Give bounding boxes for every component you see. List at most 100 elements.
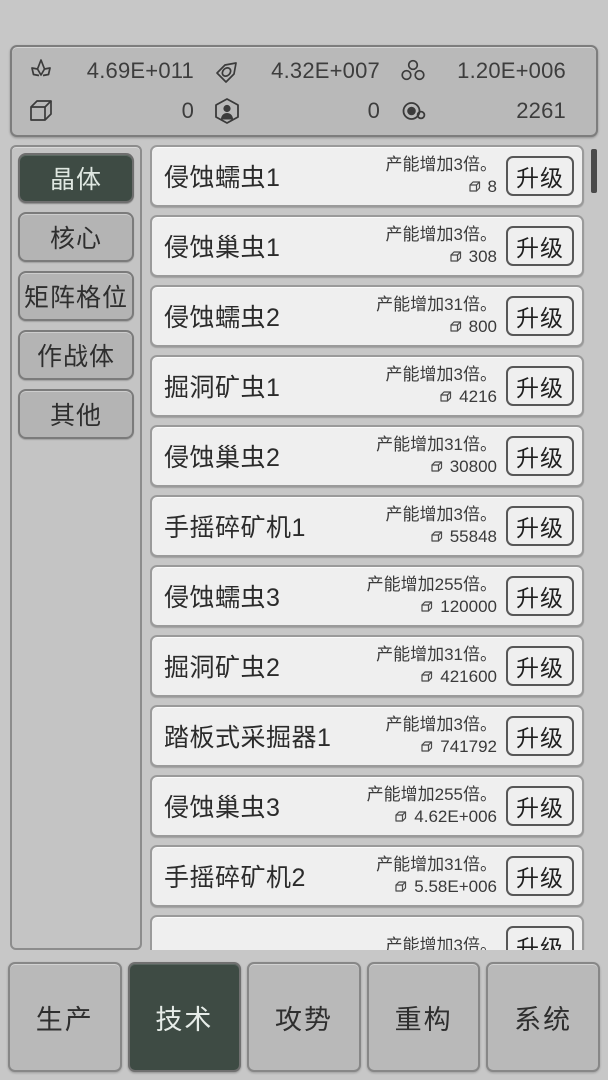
upgrade-cost-value: 4.62E+006 [414, 807, 497, 826]
category-sidebar: 晶体 核心 矩阵格位 作战体 其他 [10, 145, 142, 950]
upgrade-info: 产能增加31倍。 30800 [376, 435, 497, 476]
nav-tab-offensive[interactable]: 攻势 [247, 962, 361, 1072]
bottom-navigation: 生产 技术 攻势 重构 系统 [8, 962, 600, 1072]
upgrade-cost: 120000 [420, 597, 497, 617]
upgrade-cost-value: 800 [468, 317, 497, 336]
table-row[interactable]: 产能增加3倍。 升级 [150, 915, 584, 950]
resource-row-1: 4.69E+011 4.32E+007 1.20E+006 [24, 51, 582, 91]
cube-icon [439, 389, 454, 404]
upgrade-effect: 产能增加3倍。 [385, 936, 497, 950]
cube-icon [24, 94, 58, 128]
resource-atom-value: 2261 [516, 98, 566, 123]
table-row[interactable]: 掘洞矿虫2 产能增加31倍。 421600 升级 [150, 635, 584, 697]
upgrade-name: 手摇碎矿机1 [164, 514, 306, 542]
nav-tab-technology[interactable]: 技术 [127, 962, 242, 1072]
resource-crystal-value: 4.69E+011 [86, 58, 194, 83]
cube-icon [394, 809, 409, 824]
atom-eye-icon [396, 94, 430, 128]
sidebar-item-combat-unit[interactable]: 作战体 [18, 330, 134, 380]
upgrade-cost-value: 30800 [449, 457, 497, 476]
table-row[interactable]: 手摇碎矿机1 产能增加3倍。 55848 升级 [150, 495, 584, 557]
upgrade-info: 产能增加255倍。 4.62E+006 [367, 785, 497, 826]
upgrade-button[interactable]: 升级 [506, 296, 574, 336]
upgrade-info: 产能增加255倍。 120000 [367, 575, 497, 616]
table-row[interactable]: 手摇碎矿机2 产能增加31倍。 5.58E+006 升级 [150, 845, 584, 907]
upgrade-button[interactable]: 升级 [506, 506, 574, 546]
table-row[interactable]: 侵蚀巢虫3 产能增加255倍。 4.62E+006 升级 [150, 775, 584, 837]
upgrade-info: 产能增加3倍。 4216 [386, 365, 497, 406]
upgrade-cost: 4216 [439, 387, 497, 407]
table-row[interactable]: 侵蚀巢虫2 产能增加31倍。 30800 升级 [150, 425, 584, 487]
cube-icon [430, 459, 445, 474]
upgrade-button[interactable]: 升级 [506, 156, 574, 196]
person-hex-icon [210, 94, 244, 128]
upgrade-name: 手摇碎矿机2 [164, 864, 306, 892]
table-row[interactable]: 侵蚀蠕虫3 产能增加255倍。 120000 升级 [150, 565, 584, 627]
upgrade-list[interactable]: 侵蚀蠕虫1 产能增加3倍。 8 升级 侵蚀巢虫1 产能增加3倍。 308 升级 侵蚀蠕虫2 产能增… [150, 145, 598, 950]
upgrade-button[interactable]: 升级 [506, 226, 574, 266]
upgrade-info: 产能增加3倍。 55848 [386, 505, 497, 546]
cube-icon [420, 599, 435, 614]
upgrade-button[interactable]: 升级 [506, 366, 574, 406]
upgrade-button[interactable]: 升级 [506, 856, 574, 896]
upgrade-cost: 308 [449, 247, 497, 267]
list-scrollbar[interactable] [590, 145, 598, 950]
resource-cube: 0 [24, 94, 210, 128]
nav-tab-label: 技术 [155, 1004, 214, 1035]
upgrade-cost: 55848 [430, 527, 497, 547]
upgrade-name: 侵蚀蠕虫1 [164, 164, 281, 192]
nav-tab-reconstruct[interactable]: 重构 [366, 962, 481, 1072]
upgrade-cost: 741792 [420, 737, 497, 757]
upgrade-button[interactable]: 升级 [506, 786, 574, 826]
upgrade-info: 产能增加3倍。 741792 [386, 715, 497, 756]
upgrade-name: 侵蚀巢虫3 [164, 794, 281, 822]
upgrade-effect: 产能增加3倍。 [385, 365, 497, 385]
upgrade-cost-value: 741792 [440, 737, 497, 756]
sidebar-item-label: 核心 [49, 225, 102, 253]
upgrade-button[interactable]: 升级 [506, 926, 574, 950]
table-row[interactable]: 掘洞矿虫1 产能增加3倍。 4216 升级 [150, 355, 584, 417]
upgrade-info: 产能增加31倍。 421600 [376, 645, 497, 686]
table-row[interactable]: 踏板式采掘器1 产能增加3倍。 741792 升级 [150, 705, 584, 767]
nav-tab-label: 重构 [394, 1004, 453, 1035]
scrollbar-thumb[interactable] [591, 149, 597, 193]
crystal-icon [24, 54, 58, 88]
upgrade-name: 侵蚀巢虫2 [164, 444, 281, 472]
upgrade-effect: 产能增加31倍。 [376, 645, 497, 665]
upgrade-effect: 产能增加31倍。 [376, 435, 497, 455]
upgrade-effect: 产能增加3倍。 [385, 225, 497, 245]
sidebar-item-matrix-slot[interactable]: 矩阵格位 [18, 271, 134, 321]
resource-molecule: 1.20E+006 [396, 54, 582, 88]
resource-molecule-value: 1.20E+006 [457, 58, 566, 83]
resource-population-value: 0 [367, 98, 380, 123]
table-row[interactable]: 侵蚀蠕虫1 产能增加3倍。 8 升级 [150, 145, 584, 207]
table-row[interactable]: 侵蚀蠕虫2 产能增加31倍。 800 升级 [150, 285, 584, 347]
upgrade-button[interactable]: 升级 [506, 646, 574, 686]
cube-icon [449, 249, 464, 264]
cube-icon [420, 669, 435, 684]
nav-tab-production[interactable]: 生产 [8, 962, 122, 1072]
sidebar-item-core[interactable]: 核心 [18, 212, 134, 262]
upgrade-effect: 产能增加3倍。 [385, 715, 497, 735]
sidebar-item-label: 作战体 [36, 343, 115, 371]
upgrade-info: 产能增加3倍。 308 [386, 225, 497, 266]
upgrade-name: 踏板式采掘器1 [164, 724, 332, 752]
resource-gem: 4.32E+007 [210, 54, 396, 88]
upgrade-effect: 产能增加3倍。 [385, 155, 497, 175]
sidebar-item-label: 晶体 [49, 166, 102, 194]
upgrade-effect: 产能增加255倍。 [366, 575, 497, 595]
sidebar-item-other[interactable]: 其他 [18, 389, 134, 439]
upgrade-effect: 产能增加31倍。 [376, 855, 497, 875]
resource-atom: 2261 [396, 94, 582, 128]
cube-icon [394, 879, 409, 894]
nav-tab-system[interactable]: 系统 [486, 962, 600, 1072]
upgrade-effect: 产能增加255倍。 [366, 785, 497, 805]
table-row[interactable]: 侵蚀巢虫1 产能增加3倍。 308 升级 [150, 215, 584, 277]
upgrade-button[interactable]: 升级 [506, 436, 574, 476]
upgrade-effect: 产能增加31倍。 [376, 295, 497, 315]
sidebar-item-crystal[interactable]: 晶体 [18, 153, 134, 203]
upgrade-info: 产能增加3倍。 8 [386, 155, 497, 196]
upgrade-button[interactable]: 升级 [506, 716, 574, 756]
upgrade-button[interactable]: 升级 [506, 576, 574, 616]
upgrade-name: 掘洞矿虫1 [164, 374, 281, 402]
